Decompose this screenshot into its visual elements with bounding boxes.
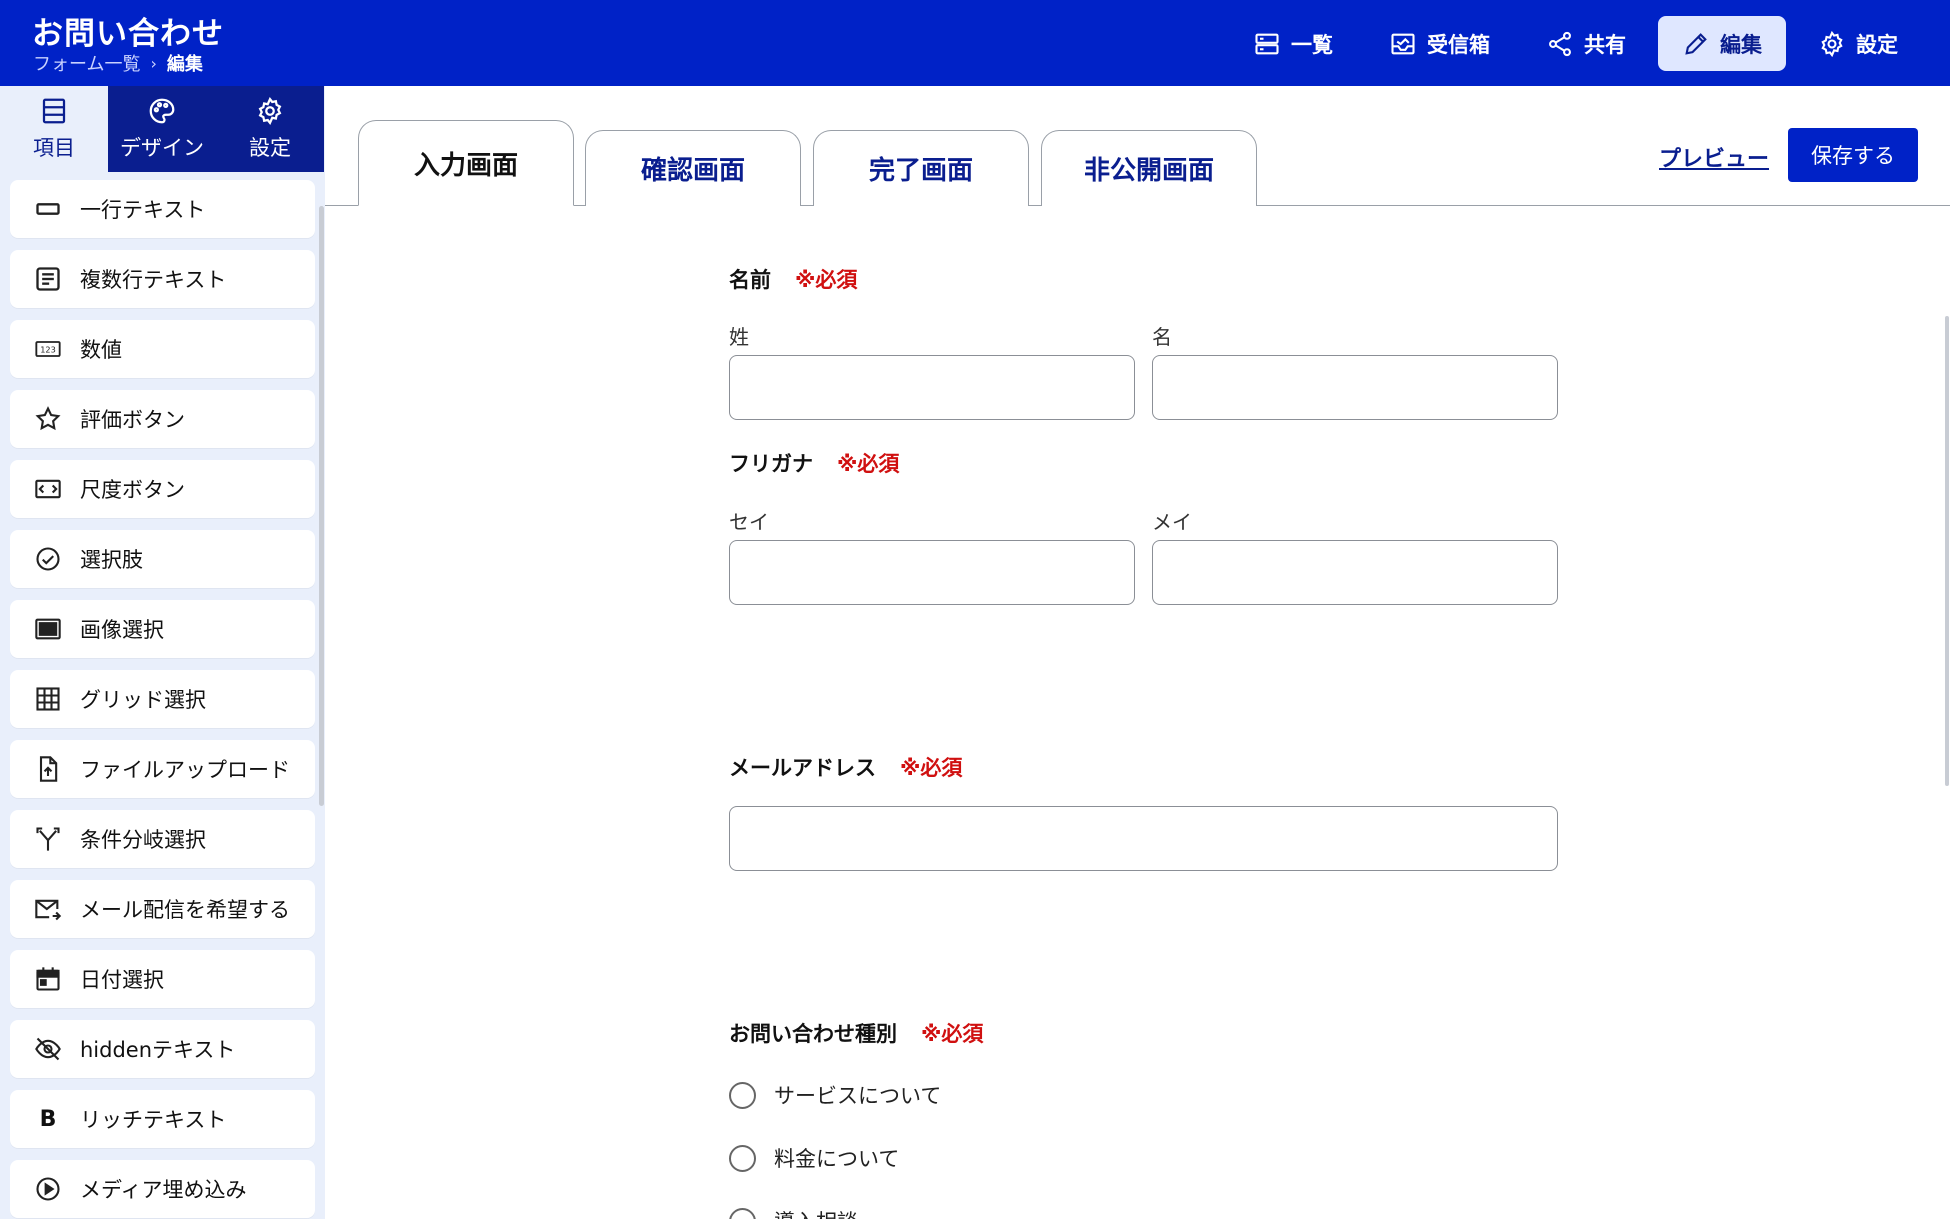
radio-button[interactable] bbox=[729, 1144, 756, 1172]
tab-private-screen[interactable]: 非公開画面 bbox=[1041, 130, 1257, 206]
scale-icon bbox=[34, 475, 62, 503]
last-kana-label: セイ bbox=[729, 510, 769, 534]
gear-icon bbox=[1821, 30, 1843, 57]
sidebar-tabs: 項目 デザイン 設定 bbox=[0, 86, 325, 172]
chevron-right-icon: › bbox=[150, 53, 157, 73]
grid-icon bbox=[34, 685, 62, 713]
eye-off-icon bbox=[34, 1035, 62, 1063]
list-icon bbox=[1255, 33, 1279, 54]
inbox-icon bbox=[1391, 33, 1415, 54]
app-header: お問い合わせ フォーム一覧 › 編集 一覧 受信箱 共有 編集 設定 bbox=[0, 0, 1950, 86]
image-icon bbox=[34, 615, 62, 643]
mail-icon bbox=[34, 895, 62, 923]
nav-inbox-button[interactable]: 受信箱 bbox=[1365, 16, 1514, 71]
pencil-icon bbox=[1685, 32, 1707, 55]
calendar-icon bbox=[34, 965, 62, 993]
radio-option[interactable]: 導入相談 bbox=[729, 1206, 858, 1219]
sidebar: 項目 デザイン 設定 一行テキスト 複数行テキスト 123 数値 評価ボタン 尺… bbox=[0, 86, 325, 1219]
file-upload-icon bbox=[34, 755, 62, 783]
branch-icon bbox=[34, 825, 62, 853]
email-input[interactable] bbox=[729, 806, 1558, 871]
radio-button[interactable] bbox=[729, 1081, 756, 1109]
sidebar-item-choices[interactable]: 選択肢 bbox=[10, 530, 315, 588]
gear-icon bbox=[258, 96, 282, 126]
sidebar-tab-items[interactable]: 項目 bbox=[0, 86, 108, 172]
main-scrollbar[interactable] bbox=[1945, 316, 1949, 786]
nav-edit-button[interactable]: 編集 bbox=[1658, 16, 1786, 71]
nav-list-button[interactable]: 一覧 bbox=[1229, 16, 1357, 71]
check-circle-icon bbox=[34, 545, 62, 573]
field-palette: 一行テキスト 複数行テキスト 123 数値 評価ボタン 尺度ボタン 選択肢 画像… bbox=[0, 180, 325, 1218]
list-icon bbox=[42, 98, 66, 124]
sidebar-item-date-select[interactable]: 日付選択 bbox=[10, 950, 315, 1008]
sidebar-item-multi-line-text[interactable]: 複数行テキスト bbox=[10, 250, 315, 308]
email-field-label: メールアドレス ※必須 bbox=[729, 752, 962, 782]
sidebar-item-conditional-branch[interactable]: 条件分岐選択 bbox=[10, 810, 315, 868]
screen-tabs: 入力画面 確認画面 完了画面 非公開画面 プレビュー 保存する bbox=[325, 86, 1950, 206]
first-kana-label: メイ bbox=[1152, 510, 1192, 534]
top-nav: 一覧 受信箱 共有 編集 設定 bbox=[1229, 16, 1922, 71]
required-badge: ※必須 bbox=[795, 268, 858, 292]
sidebar-item-mail-opt-in[interactable]: メール配信を希望する bbox=[10, 880, 315, 938]
preview-link[interactable]: プレビュー bbox=[1659, 141, 1769, 173]
radio-button[interactable] bbox=[729, 1207, 756, 1219]
bold-icon: B bbox=[39, 1106, 57, 1132]
palette-icon bbox=[149, 98, 175, 124]
breadcrumb-current: 編集 bbox=[166, 54, 203, 75]
inquiry-type-label: お問い合わせ種別 ※必須 bbox=[729, 1018, 983, 1048]
sidebar-item-grid-select[interactable]: グリッド選択 bbox=[10, 670, 315, 728]
sidebar-item-file-upload[interactable]: ファイルアップロード bbox=[10, 740, 315, 798]
sidebar-item-hidden-text[interactable]: hiddenテキスト bbox=[10, 1020, 315, 1078]
sidebar-item-rating[interactable]: 評価ボタン bbox=[10, 390, 315, 448]
last-kana-input[interactable] bbox=[729, 540, 1135, 605]
first-name-input[interactable] bbox=[1152, 355, 1558, 420]
last-name-input[interactable] bbox=[729, 355, 1135, 420]
sidebar-item-image-select[interactable]: 画像選択 bbox=[10, 600, 315, 658]
sidebar-tab-design[interactable]: デザイン bbox=[108, 86, 216, 172]
svg-text:123: 123 bbox=[40, 345, 56, 355]
nav-share-button[interactable]: 共有 bbox=[1522, 16, 1650, 71]
save-button[interactable]: 保存する bbox=[1788, 128, 1918, 182]
sidebar-scrollbar[interactable] bbox=[319, 206, 324, 806]
tab-confirm-screen[interactable]: 確認画面 bbox=[585, 130, 801, 206]
radio-option[interactable]: サービスについて bbox=[729, 1080, 941, 1110]
sidebar-tab-settings[interactable]: 設定 bbox=[216, 86, 324, 172]
multi-line-icon bbox=[34, 265, 62, 293]
required-badge: ※必須 bbox=[900, 756, 963, 780]
play-icon bbox=[34, 1175, 62, 1203]
sidebar-item-scale[interactable]: 尺度ボタン bbox=[10, 460, 315, 518]
required-badge: ※必須 bbox=[837, 452, 900, 476]
breadcrumb: フォーム一覧 › 編集 bbox=[33, 50, 203, 76]
name-field-label: 名前 ※必須 bbox=[729, 264, 857, 294]
tab-complete-screen[interactable]: 完了画面 bbox=[813, 130, 1029, 206]
radio-option[interactable]: 料金について bbox=[729, 1143, 899, 1173]
sidebar-item-media-embed[interactable]: メディア埋め込み bbox=[10, 1160, 315, 1218]
kana-field-label: フリガナ ※必須 bbox=[729, 448, 899, 478]
sidebar-item-single-line-text[interactable]: 一行テキスト bbox=[10, 180, 315, 238]
editor-main: 入力画面 確認画面 完了画面 非公開画面 プレビュー 保存する 名前 ※必須 姓… bbox=[325, 86, 1950, 1219]
star-icon bbox=[34, 405, 62, 433]
breadcrumb-parent-link[interactable]: フォーム一覧 bbox=[33, 50, 140, 76]
sidebar-item-rich-text[interactable]: B リッチテキスト bbox=[10, 1090, 315, 1148]
first-kana-input[interactable] bbox=[1152, 540, 1558, 605]
required-badge: ※必須 bbox=[921, 1022, 984, 1046]
share-icon bbox=[1549, 31, 1571, 56]
first-name-label: 名 bbox=[1152, 325, 1172, 349]
single-line-icon bbox=[34, 195, 62, 223]
nav-settings-button[interactable]: 設定 bbox=[1794, 16, 1922, 71]
page-title: お問い合わせ bbox=[32, 16, 224, 52]
tab-input-screen[interactable]: 入力画面 bbox=[358, 120, 574, 206]
sidebar-item-number[interactable]: 123 数値 bbox=[10, 320, 315, 378]
number-icon: 123 bbox=[34, 335, 62, 363]
last-name-label: 姓 bbox=[729, 325, 749, 349]
